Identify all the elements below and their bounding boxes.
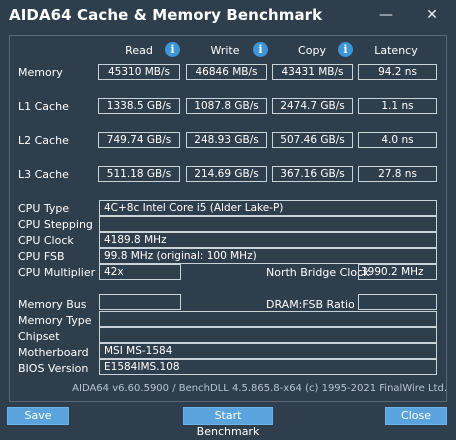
north-bridge-clock-value: 3990.2 MHz bbox=[358, 264, 437, 280]
memory-copy-value: 43431 MB/s bbox=[272, 64, 353, 80]
memory-write-value: 46846 MB/s bbox=[186, 64, 267, 80]
copy-header: Copy bbox=[298, 44, 326, 57]
l3-cache-row-label: L3 Cache bbox=[18, 168, 69, 181]
dram-fsb-ratio-value bbox=[358, 294, 437, 310]
cpu-type-value: 4C+8c Intel Core i5 (Alder Lake-P) bbox=[99, 200, 437, 216]
l1-cache-row-label: L1 Cache bbox=[18, 100, 69, 113]
l1-read-value: 1338.5 GB/s bbox=[98, 98, 180, 114]
memory-read-value: 45310 MB/s bbox=[98, 64, 180, 80]
l3-read-value: 511.18 GB/s bbox=[98, 166, 180, 182]
copy-info-icon[interactable]: i bbox=[338, 42, 353, 57]
l2-cache-row-label: L2 Cache bbox=[18, 134, 69, 147]
minimize-icon[interactable]: — bbox=[373, 4, 399, 26]
l2-latency-value: 4.0 ns bbox=[358, 132, 437, 148]
cpu-stepping-value bbox=[99, 216, 437, 232]
title-bar: AIDA64 Cache & Memory Benchmark — ✕ bbox=[0, 0, 456, 34]
memory-latency-value: 94.2 ns bbox=[358, 64, 437, 80]
chipset-value bbox=[99, 327, 437, 343]
l3-latency-value: 27.8 ns bbox=[358, 166, 437, 182]
cpu-clock-label: CPU Clock bbox=[18, 234, 74, 247]
close-icon[interactable]: ✕ bbox=[419, 4, 445, 26]
l1-copy-value: 2474.7 GB/s bbox=[272, 98, 353, 114]
latency-header: Latency bbox=[374, 44, 418, 57]
window-title: AIDA64 Cache & Memory Benchmark bbox=[9, 6, 323, 24]
l1-write-value: 1087.8 GB/s bbox=[186, 98, 267, 114]
memory-bus-label: Memory Bus bbox=[18, 298, 87, 311]
bios-version-value: E1584IMS.108 bbox=[99, 359, 437, 375]
cpu-multiplier-value: 42x bbox=[99, 264, 181, 280]
motherboard-label: Motherboard bbox=[18, 346, 89, 359]
close-button[interactable]: Close bbox=[385, 407, 447, 425]
l1-latency-value: 1.1 ns bbox=[358, 98, 437, 114]
read-info-icon[interactable]: i bbox=[165, 42, 180, 57]
dram-fsb-ratio-label: DRAM:FSB Ratio bbox=[266, 298, 355, 311]
cpu-fsb-label: CPU FSB bbox=[18, 250, 65, 263]
motherboard-value: MSI MS-1584 bbox=[99, 343, 437, 359]
chipset-label: Chipset bbox=[18, 330, 60, 343]
memory-type-label: Memory Type bbox=[18, 314, 92, 327]
save-button[interactable]: Save bbox=[7, 407, 69, 425]
l3-copy-value: 367.16 GB/s bbox=[272, 166, 353, 182]
l3-write-value: 214.69 GB/s bbox=[186, 166, 267, 182]
cpu-fsb-value: 99.8 MHz (original: 100 MHz) bbox=[99, 248, 437, 264]
l2-read-value: 749.74 GB/s bbox=[98, 132, 180, 148]
cpu-stepping-label: CPU Stepping bbox=[18, 218, 93, 231]
write-info-icon[interactable]: i bbox=[253, 42, 268, 57]
memory-bus-value bbox=[99, 294, 181, 310]
l2-write-value: 248.93 GB/s bbox=[186, 132, 267, 148]
memory-type-value bbox=[99, 311, 437, 327]
l2-copy-value: 507.46 GB/s bbox=[272, 132, 353, 148]
read-header: Read bbox=[125, 44, 153, 57]
bios-version-label: BIOS Version bbox=[18, 362, 89, 375]
cpu-multiplier-label: CPU Multiplier bbox=[18, 266, 96, 279]
write-header: Write bbox=[210, 44, 240, 57]
north-bridge-clock-label: North Bridge Clock bbox=[266, 266, 370, 279]
memory-row-label: Memory bbox=[18, 66, 63, 79]
cpu-type-label: CPU Type bbox=[18, 202, 70, 215]
start-benchmark-button[interactable]: Start Benchmark bbox=[183, 407, 273, 438]
cpu-clock-value: 4189.8 MHz bbox=[99, 232, 437, 248]
version-footer: AIDA64 v6.60.5900 / BenchDLL 4.5.865.8-x… bbox=[72, 383, 447, 394]
